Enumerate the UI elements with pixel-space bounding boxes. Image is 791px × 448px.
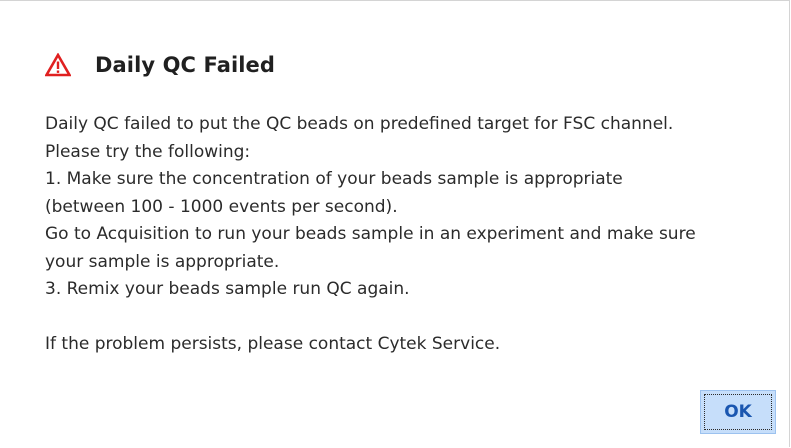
message-line: your sample is appropriate. [45,251,280,272]
dialog-header: Daily QC Failed [44,45,276,85]
message-line: Daily QC failed to put the QC beads on p… [45,114,674,134]
message-line: 3. Remix your beads sample run QC again. [45,279,410,299]
message-line: 1. Make sure the concentration of your b… [45,169,623,189]
ok-button[interactable]: OK [700,390,776,434]
message-line: Go to Acquisition to run your beads samp… [45,224,696,244]
warning-triangle-icon [44,52,72,77]
message-line: (between 100 - 1000 events per second). [45,196,398,217]
ok-button-label: OK [704,394,772,430]
footer-message: If the problem persists, please contact … [45,334,501,354]
qc-failed-dialog: Daily QC Failed Daily QC failed to put t… [0,0,790,447]
message-line: Please try the following: [45,141,251,162]
dialog-title: Daily QC Failed [95,53,276,77]
dialog-message: Daily QC failed to put the QC beads on p… [45,111,775,359]
message-spacer [45,304,775,332]
